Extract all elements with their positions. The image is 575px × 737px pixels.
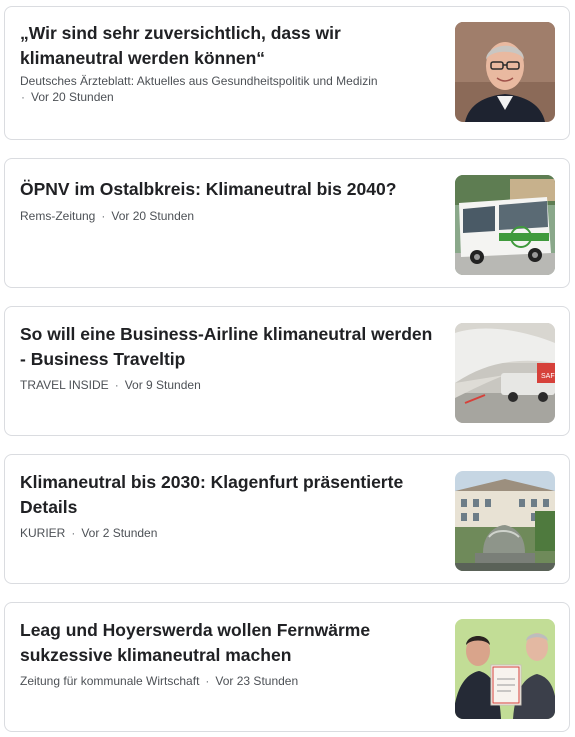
news-source: Zeitung für kommunale Wirtschaft: [20, 674, 200, 688]
meta-separator: ·: [71, 526, 76, 540]
news-time: Vor 23 Stunden: [215, 674, 299, 688]
city-image: [455, 471, 555, 571]
news-meta: Zeitung für kommunale Wirtschaft · Vor 23 …: [20, 673, 435, 689]
news-card[interactable]: So will eine Business-Airline klimaneutr…: [4, 306, 570, 436]
news-headline[interactable]: Leag und Hoyerswerda wollen Fernwärme su…: [20, 618, 435, 668]
news-meta: Deutsches Ärzteblatt: Aktuelles aus Gesu…: [20, 73, 435, 105]
news-source: KURIER: [20, 526, 66, 540]
news-time: Vor 20 Stunden: [111, 209, 195, 223]
news-card-text: So will eine Business-Airline klimaneutr…: [20, 322, 435, 393]
news-card-text: „Wir sind sehr zuversichtlich, dass wir …: [20, 21, 435, 105]
news-card[interactable]: Klimaneutral bis 2030: Klagenfurt präsen…: [4, 454, 570, 584]
news-time: Vor 9 Stunden: [124, 378, 201, 392]
meta-separator: ·: [205, 674, 210, 688]
news-meta: Rems-Zeitung · Vor 20 Stunden: [20, 208, 435, 224]
handshake-image: [455, 619, 555, 719]
news-card-text: Leag und Hoyerswerda wollen Fernwärme su…: [20, 618, 435, 689]
meta-separator: ·: [114, 378, 119, 392]
news-card[interactable]: Leag und Hoyerswerda wollen Fernwärme su…: [4, 602, 570, 732]
news-card-text: Klimaneutral bis 2030: Klagenfurt präsen…: [20, 470, 435, 541]
news-card[interactable]: „Wir sind sehr zuversichtlich, dass wir …: [4, 6, 570, 140]
news-thumbnail-portrait[interactable]: [455, 22, 555, 122]
bus-image: [455, 175, 555, 275]
aircraft-image: SAF: [455, 323, 555, 423]
news-source: Deutsches Ärzteblatt: Aktuelles aus Gesu…: [20, 74, 378, 88]
news-time: Vor 20 Stunden: [31, 90, 114, 104]
news-thumbnail-city[interactable]: [455, 471, 555, 571]
news-headline[interactable]: ÖPNV im Ostalbkreis: Klimaneutral bis 20…: [20, 177, 435, 202]
news-thumbnail-aircraft[interactable]: SAF: [455, 323, 555, 423]
news-meta: TRAVEL INSIDE · Vor 9 Stunden: [20, 377, 435, 393]
news-source: TRAVEL INSIDE: [20, 378, 109, 392]
news-time: Vor 2 Stunden: [81, 526, 158, 540]
news-card-text: ÖPNV im Ostalbkreis: Klimaneutral bis 20…: [20, 177, 435, 224]
news-source: Rems-Zeitung: [20, 209, 96, 223]
news-headline[interactable]: So will eine Business-Airline klimaneutr…: [20, 322, 435, 372]
news-thumbnail-handshake[interactable]: [455, 619, 555, 719]
news-thumbnail-bus[interactable]: [455, 175, 555, 275]
meta-separator: ·: [21, 90, 25, 104]
svg-text:SAF: SAF: [541, 373, 555, 380]
news-headline[interactable]: Klimaneutral bis 2030: Klagenfurt präsen…: [20, 470, 435, 520]
news-card[interactable]: ÖPNV im Ostalbkreis: Klimaneutral bis 20…: [4, 158, 570, 288]
portrait-image: [455, 22, 555, 122]
news-headline[interactable]: „Wir sind sehr zuversichtlich, dass wir …: [20, 21, 435, 71]
meta-separator: ·: [101, 209, 106, 223]
news-meta: KURIER · Vor 2 Stunden: [20, 525, 435, 541]
news-feed: „Wir sind sehr zuversichtlich, dass wir …: [0, 0, 575, 737]
